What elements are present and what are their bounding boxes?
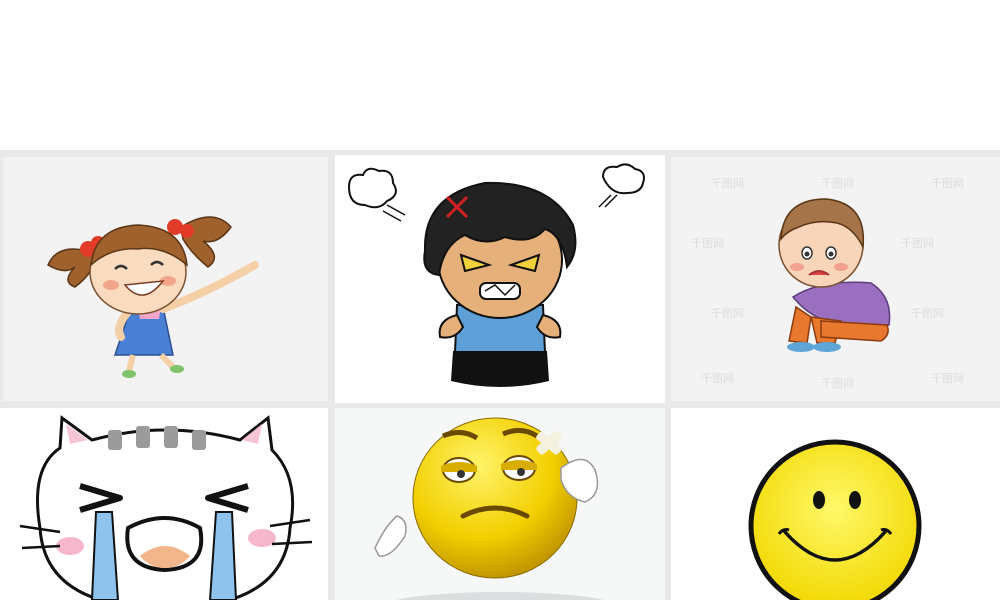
svg-text:千图网: 千图网 [901,237,934,250]
happy-girl-illustration [47,216,259,378]
bored-emoji-illustration [374,417,604,600]
angry-boy-illustration [347,163,645,387]
sad-boy-illustration: 千图网 千图网 千图网 千图网 千图网 千图网 千图网 千图网 千图网 千图网 [691,177,964,390]
image-tile-smiley-face[interactable] [671,408,1000,600]
svg-text:千图网: 千图网 [711,307,744,320]
smiley-face-illustration [748,439,922,600]
image-tile-crying-cat[interactable] [0,408,328,600]
svg-text:千图网: 千图网 [821,177,854,190]
image-tile-happy-girl[interactable] [3,157,328,401]
top-blank-area [0,0,1000,150]
svg-text:千图网: 千图网 [931,177,964,190]
svg-text:千图网: 千图网 [711,177,744,190]
svg-text:千图网: 千图网 [691,237,724,250]
svg-text:千图网: 千图网 [931,372,964,385]
svg-text:千图网: 千图网 [911,307,944,320]
image-tile-sad-boy[interactable]: 千图网 千图网 千图网 千图网 千图网 千图网 千图网 千图网 千图网 千图网 [671,157,1000,401]
image-tile-angry-boy[interactable] [335,155,665,403]
svg-text:千图网: 千图网 [701,372,734,385]
image-grid: 千图网 千图网 千图网 千图网 千图网 千图网 千图网 千图网 千图网 千图网 [0,150,1000,600]
crying-cat-illustration [19,415,313,600]
svg-text:千图网: 千图网 [821,377,854,390]
image-tile-bored-emoji[interactable] [335,408,665,600]
